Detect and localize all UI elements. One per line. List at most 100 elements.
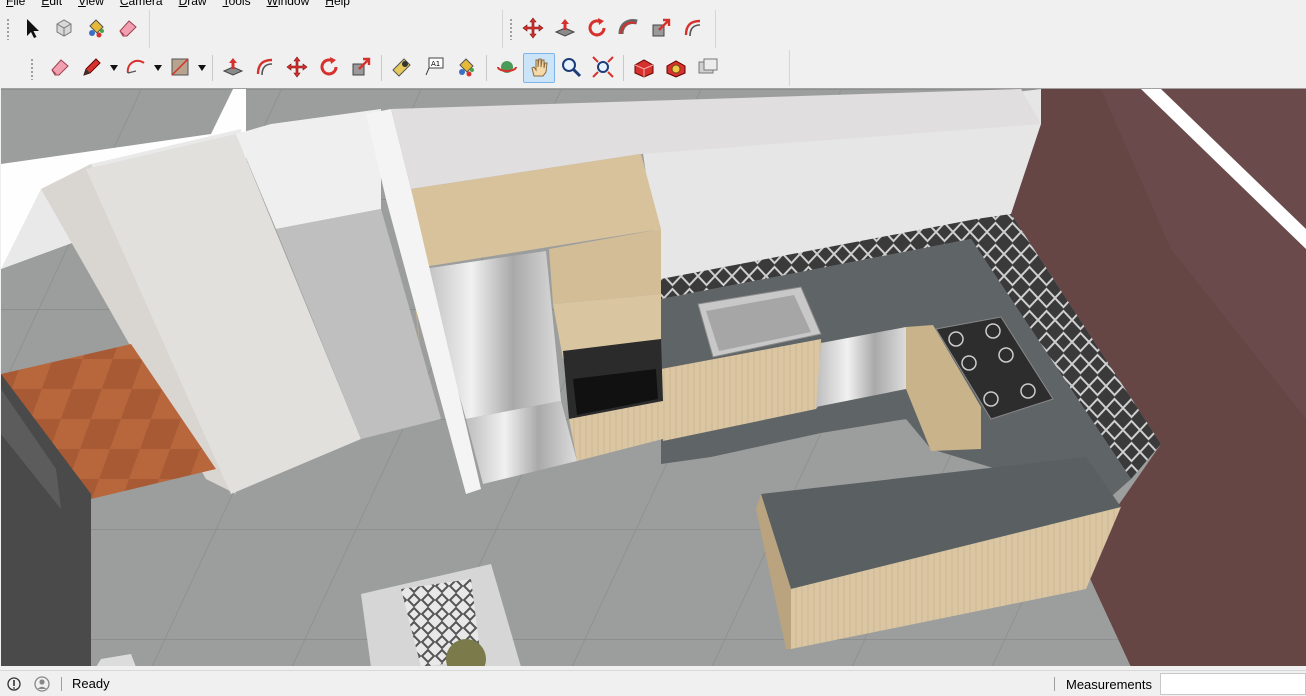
tape-measure-icon: [390, 55, 414, 82]
eraser-tool-button[interactable]: [44, 53, 76, 83]
3d-warehouse-button-button[interactable]: [628, 53, 660, 83]
menu-mnemonic: W: [266, 0, 278, 8]
menu-item-edit[interactable]: Edit: [41, 0, 62, 8]
rectangle-icon: [168, 55, 192, 82]
edit-toolbar: [502, 10, 716, 48]
move-arrows-icon: [285, 55, 309, 82]
warehouse-icon: [632, 55, 656, 82]
rotate-tool-button[interactable]: [581, 14, 613, 44]
measurements-input[interactable]: [1160, 673, 1306, 695]
arrow-cursor-icon: [20, 16, 44, 43]
line-tool-button[interactable]: [76, 53, 108, 83]
pencil-icon: [80, 55, 104, 82]
menu-label: dit: [49, 0, 63, 8]
push-pull-icon: [221, 55, 245, 82]
scale-icon: [349, 55, 373, 82]
rectangle-tool-button[interactable]: [164, 53, 196, 83]
toolbar-grip[interactable]: [509, 18, 513, 40]
paint-bucket-icon: [84, 16, 108, 43]
menu-item-draw[interactable]: Draw: [179, 0, 207, 8]
toolbar-grip[interactable]: [6, 18, 10, 40]
tape-measure-tool-button[interactable]: [386, 53, 418, 83]
paint-bucket-tool-button[interactable]: [450, 53, 482, 83]
zoom-tool-button[interactable]: [555, 53, 587, 83]
eraser-icon: [116, 16, 140, 43]
kitchen-model-render: [1, 89, 1306, 666]
toolbar-separator: [623, 55, 624, 81]
status-divider: [61, 676, 62, 691]
rotate-icon: [585, 16, 609, 43]
status-text: Ready: [72, 676, 110, 691]
zoom-extents-tool-button[interactable]: [587, 53, 619, 83]
status-divider: [1054, 676, 1055, 691]
component-cube-icon: [52, 16, 76, 43]
toolbar-separator: [486, 55, 487, 81]
offset-tool-button[interactable]: [249, 53, 281, 83]
toolbar-separator: [212, 55, 213, 81]
move-tool-button[interactable]: [517, 14, 549, 44]
orbit-tool-button[interactable]: [491, 53, 523, 83]
status-bar: Ready Measurements: [0, 670, 1306, 696]
toolbar-grip[interactable]: [30, 58, 34, 80]
menu-item-file[interactable]: File: [6, 0, 25, 8]
push-pull-tool-button[interactable]: [549, 14, 581, 44]
layout-button-button[interactable]: [692, 53, 724, 83]
arc-icon: [124, 55, 148, 82]
follow-me-tool-button[interactable]: [613, 14, 645, 44]
paint-bucket-icon: [454, 55, 478, 82]
menu-mnemonic: C: [119, 0, 129, 8]
offset-icon: [253, 55, 277, 82]
3d-viewport[interactable]: [1, 88, 1306, 666]
menu-mnemonic: H: [325, 0, 334, 8]
menu-item-tools[interactable]: Tools: [223, 0, 251, 8]
offset-tool-button[interactable]: [677, 14, 709, 44]
menu-label: ile: [13, 0, 26, 8]
menu-label: raw: [187, 0, 207, 8]
svg-text:A1: A1: [431, 60, 440, 68]
move-arrows-icon: [521, 16, 545, 43]
user-account-icon[interactable]: [33, 675, 51, 693]
rotate-icon: [317, 55, 341, 82]
text-tool-button[interactable]: A1: [418, 53, 450, 83]
menu-item-help[interactable]: Help: [325, 0, 350, 8]
menu-label: iew: [85, 0, 104, 8]
chevron-down-icon[interactable]: [152, 53, 164, 83]
move-tool-button[interactable]: [281, 53, 313, 83]
scale-tool-button[interactable]: [345, 53, 377, 83]
main-toolbar: A1: [0, 50, 790, 86]
menu-item-window[interactable]: Window: [267, 0, 310, 8]
zoom-extents-icon: [591, 55, 615, 82]
scale-icon: [649, 16, 673, 43]
pan-tool-button[interactable]: [523, 53, 555, 83]
follow-me-icon: [617, 16, 641, 43]
offset-icon: [681, 16, 705, 43]
magnifier-icon: [559, 55, 583, 82]
orbit-icon: [495, 55, 519, 82]
text-label-icon: A1: [422, 55, 446, 82]
extension-warehouse-button-button[interactable]: [660, 53, 692, 83]
extension-icon: [664, 55, 688, 82]
toolbar-separator: [381, 55, 382, 81]
menu-item-camera[interactable]: Camera: [120, 0, 163, 8]
arc-tool-button[interactable]: [120, 53, 152, 83]
menu-label: indow: [277, 0, 310, 8]
geo-location-icon[interactable]: [5, 675, 23, 693]
chevron-down-icon[interactable]: [196, 53, 208, 83]
menu-mnemonic: D: [178, 0, 188, 8]
getting-started-toolbar: [0, 10, 150, 48]
scale-tool-button[interactable]: [645, 14, 677, 44]
layout-icon: [696, 55, 720, 82]
chevron-down-icon[interactable]: [108, 53, 120, 83]
hand-icon: [527, 55, 551, 82]
eraser-tool-button[interactable]: [112, 14, 144, 44]
push-pull-tool-button[interactable]: [217, 53, 249, 83]
menu-item-view[interactable]: View: [78, 0, 104, 8]
select-tool-button[interactable]: [16, 14, 48, 44]
make-component-tool-button[interactable]: [48, 14, 80, 44]
paint-bucket-tool-button[interactable]: [80, 14, 112, 44]
menu-mnemonic: V: [78, 0, 86, 8]
measurements-label: Measurements: [1066, 677, 1152, 692]
rotate-tool-button[interactable]: [313, 53, 345, 83]
menu-label: elp: [333, 0, 350, 8]
menu-label: ools: [228, 0, 251, 8]
